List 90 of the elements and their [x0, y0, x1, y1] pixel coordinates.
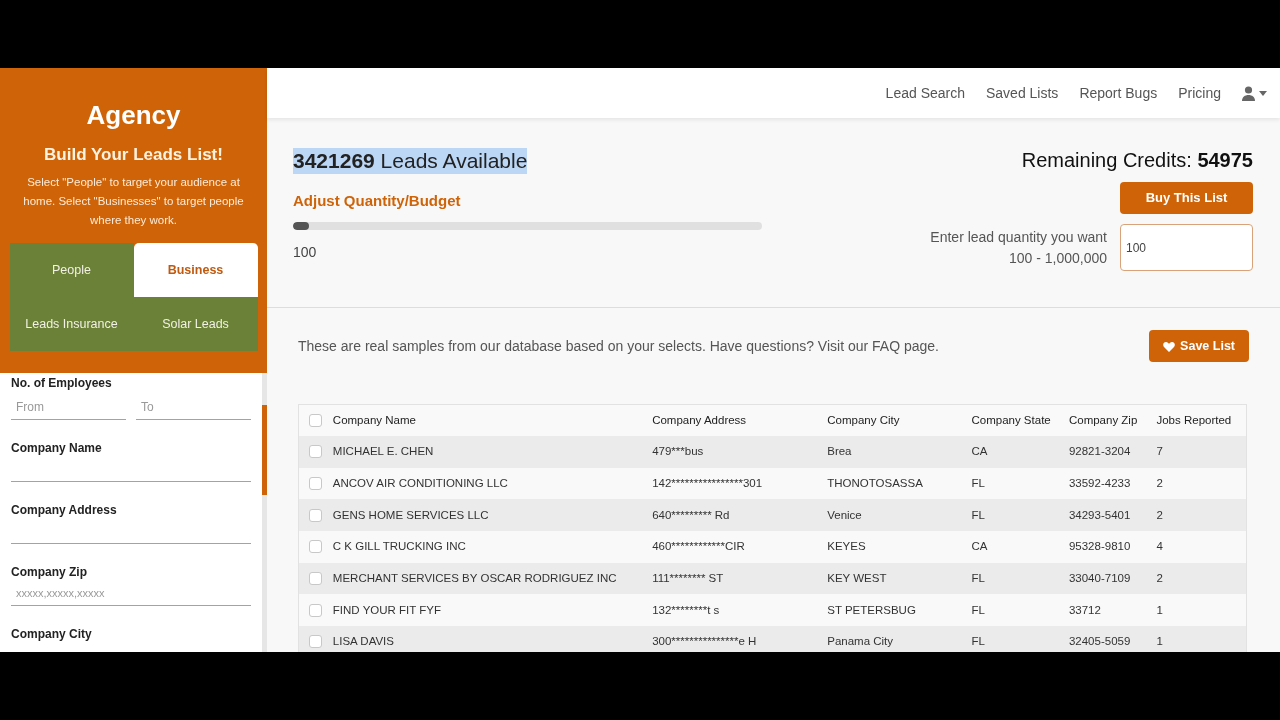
filter-label: Company City: [11, 626, 93, 642]
table-cell-text: 142****************301: [652, 475, 764, 491]
nav-link[interactable]: Pricing: [1178, 82, 1221, 104]
table-cell-text: 7: [1156, 444, 1164, 460]
leads-available-heading: 3421269 Leads Available: [293, 148, 528, 174]
table-cell-text: CA: [971, 539, 989, 555]
table-cell-text: MERCHANT SERVICES BY OSCAR RODRIGUEZ INC: [332, 570, 618, 586]
table-cell-text: 2: [1156, 570, 1164, 586]
table-cell-text: GENS HOME SERVICES LLC: [332, 507, 490, 523]
quantity-slider[interactable]: [293, 221, 762, 230]
table-cell-text: 33040-7109: [1068, 570, 1132, 586]
credits-text: Remaining Credits: 54975: [1021, 148, 1253, 172]
nav-link[interactable]: Lead Search: [885, 82, 965, 104]
filter-label: Company Zip: [11, 564, 88, 580]
column-header: Company Zip: [1068, 412, 1139, 428]
user-icon: [1242, 85, 1255, 101]
adjust-label: Adjust Quantity/Budget: [293, 191, 462, 211]
caret-icon: [1259, 90, 1267, 96]
table-cell-text: THONOTOSASSA: [827, 475, 924, 491]
user-menu-button[interactable]: [1242, 85, 1267, 101]
table-cell-text: ANCOV AIR CONDITIONING LLC: [332, 475, 509, 491]
column-header: Company Address: [652, 412, 748, 428]
table-cell-text: FL: [971, 570, 986, 586]
quantity-label: Enter lead quantity you want 100 - 1,000,000: [929, 227, 1107, 268]
table-cell-text: FL: [971, 507, 986, 523]
table-cell-text: LISA DAVIS: [332, 634, 395, 650]
row-checkbox[interactable]: [309, 572, 323, 586]
row-checkbox[interactable]: [309, 635, 323, 649]
table-cell-text: MICHAEL E. CHEN: [332, 444, 435, 460]
table-cell-text: KEY WEST: [827, 570, 888, 586]
filter-label: No. of Employees: [11, 376, 113, 390]
table-cell-text: 1: [1156, 602, 1164, 618]
nav-link[interactable]: Report Bugs: [1079, 82, 1158, 104]
row-checkbox[interactable]: [309, 540, 323, 554]
heart-icon: [1163, 340, 1176, 352]
filter-label: Company Address: [11, 502, 118, 518]
quantity-field[interactable]: 100: [1120, 224, 1253, 271]
row-checkbox[interactable]: [309, 508, 323, 522]
table-cell-text: FL: [971, 602, 986, 618]
table-cell-text: 132********t s: [652, 602, 721, 618]
brand-title: Agency: [86, 99, 181, 132]
buy-list-button[interactable]: Buy This List: [1120, 182, 1253, 214]
table-cell-text: 95328-9810: [1068, 539, 1132, 555]
sidebar-description: Select "People" to target your audience at home. Select "Businesses" to target people where they work.: [22, 174, 245, 228]
table-cell-text: 2: [1156, 475, 1164, 491]
table-cell-text: Panama City: [827, 634, 895, 650]
table-cell-text: FIND YOUR FIT FYF: [332, 602, 443, 618]
table-cell-text: Brea: [827, 444, 853, 460]
filter-field[interactable]: xxxxx,xxxxx,xxxxx: [11, 580, 251, 606]
save-list-button[interactable]: Save List: [1149, 330, 1249, 362]
table-cell-text: 33712: [1068, 602, 1102, 618]
to-field[interactable]: To: [136, 394, 251, 420]
filter-label: Company Name: [11, 440, 103, 456]
lead-type-tab[interactable]: Business: [133, 242, 258, 297]
column-header: Company State: [971, 412, 1052, 428]
table-cell-text: 300***************e H: [652, 634, 758, 650]
table-cell-text: 460************CIR: [652, 539, 746, 555]
table-cell-text: ST PETERSBUG: [827, 602, 917, 618]
row-checkbox[interactable]: [309, 477, 323, 491]
samples-note: These are real samples from our database based on your selects. Have questions? Visit our FAQ page.: [298, 336, 939, 356]
row-checkbox[interactable]: [309, 603, 323, 617]
table-cell-text: 34293-5401: [1068, 507, 1132, 523]
row-checkbox[interactable]: [309, 414, 323, 427]
table-cell-text: 111******** ST: [652, 570, 725, 586]
lead-type-tab[interactable]: Solar Leads: [133, 296, 258, 351]
table-cell-text: KEYES: [827, 539, 867, 555]
lead-type-tab[interactable]: People: [9, 242, 134, 297]
slider-value: 100: [293, 242, 318, 262]
column-header: Jobs Reported: [1156, 412, 1233, 428]
table-cell-text: Venice: [827, 507, 863, 523]
table-cell-text: 33592-4233: [1068, 475, 1132, 491]
nav-link[interactable]: Saved Lists: [986, 82, 1059, 104]
lead-type-tab[interactable]: Leads Insurance: [9, 296, 134, 351]
table-cell-text: FL: [971, 634, 986, 650]
table-cell-text: 92821-3204: [1068, 444, 1132, 460]
table-cell-text: 4: [1156, 539, 1164, 555]
table-cell-text: 640********* Rd: [652, 507, 731, 523]
from-field[interactable]: From: [11, 394, 126, 420]
table-cell-text: 32405-5059: [1068, 634, 1132, 650]
table-cell-text: FL: [971, 475, 986, 491]
table-cell-text: CA: [971, 444, 989, 460]
table-cell-text: 1: [1156, 634, 1164, 650]
scrollbar-thumb[interactable]: [262, 405, 267, 495]
column-header: Company City: [827, 412, 901, 428]
sidebar-heading: Build Your Leads List!: [44, 144, 223, 166]
table-cell-text: 479***bus: [652, 444, 705, 460]
table-cell-text: 2: [1156, 507, 1164, 523]
column-header: Company Name: [332, 412, 417, 428]
row-checkbox[interactable]: [309, 445, 323, 459]
table-cell-text: C K GILL TRUCKING INC: [332, 539, 467, 555]
